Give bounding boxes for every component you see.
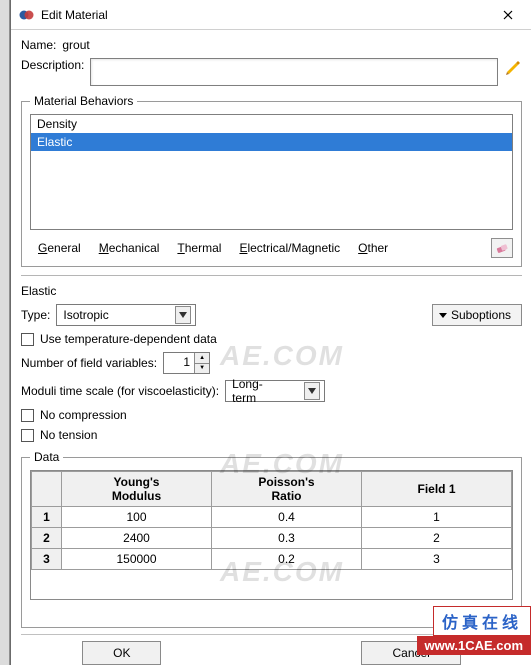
titlebar: Edit Material <box>11 0 531 30</box>
cell-poissons-ratio[interactable]: 0.4 <box>212 507 362 528</box>
row-number[interactable]: 1 <box>32 507 62 528</box>
col-poissons-ratio[interactable]: Poisson'sRatio <box>212 472 362 507</box>
name-value: grout <box>62 38 89 52</box>
elastic-section-title: Elastic <box>21 284 522 298</box>
tab-general[interactable]: General <box>30 238 89 258</box>
col-youngs-modulus[interactable]: Young'sModulus <box>62 472 212 507</box>
row-number[interactable]: 2 <box>32 528 62 549</box>
spinner-down-button[interactable]: ▼ <box>195 363 209 374</box>
source-badge-cn: 仿真在线 <box>433 606 531 636</box>
edit-description-button[interactable] <box>504 58 522 76</box>
col-field-1[interactable]: Field 1 <box>362 472 512 507</box>
suboptions-button[interactable]: Suboptions <box>432 304 522 326</box>
app-sidebar-edge <box>0 0 10 665</box>
row-number[interactable]: 3 <box>32 549 62 570</box>
no-compression-checkbox[interactable] <box>21 409 34 422</box>
cell-field-1[interactable]: 3 <box>362 549 512 570</box>
no-compression-row[interactable]: No compression <box>21 408 522 422</box>
temp-dependent-row[interactable]: Use temperature-dependent data <box>21 332 522 346</box>
tab-other[interactable]: Other <box>350 238 396 258</box>
cell-youngs-modulus[interactable]: 2400 <box>62 528 212 549</box>
pencil-icon <box>504 58 522 76</box>
no-compression-label: No compression <box>40 408 127 422</box>
source-badge-url: www.1CAE.com <box>417 636 531 655</box>
source-badge: 仿真在线 www.1CAE.com <box>417 606 531 655</box>
chevron-down-icon <box>175 306 191 324</box>
behavior-category-tabs: General Mechanical Thermal Electrical/Ma… <box>30 238 513 258</box>
moduli-dropdown[interactable]: Long-term <box>225 380 325 402</box>
behaviors-list[interactable]: Density Elastic <box>30 114 513 230</box>
table-corner <box>32 472 62 507</box>
dialog-content: Name: grout Description: Material Behavi… <box>11 30 531 665</box>
moduli-label: Moduli time scale (for viscoelasticity): <box>21 384 219 398</box>
no-tension-row[interactable]: No tension <box>21 428 522 442</box>
window-title: Edit Material <box>41 8 108 22</box>
material-behaviors-legend: Material Behaviors <box>30 94 137 108</box>
cell-field-1[interactable]: 1 <box>362 507 512 528</box>
data-legend: Data <box>30 450 63 464</box>
edit-material-dialog: Edit Material Name: grout Description: <box>10 0 531 665</box>
type-value: Isotropic <box>63 308 175 322</box>
tab-electrical-magnetic[interactable]: Electrical/Magnetic <box>231 238 348 258</box>
description-input[interactable] <box>90 58 498 86</box>
data-group: Data Young'sModulus Poisson'sRatio Field… <box>21 450 522 628</box>
name-label: Name: <box>21 38 56 52</box>
behavior-item-elastic[interactable]: Elastic <box>31 133 512 151</box>
behavior-item-density[interactable]: Density <box>31 115 512 133</box>
delete-behavior-button[interactable] <box>491 238 513 258</box>
no-tension-label: No tension <box>40 428 97 442</box>
app-icon <box>19 7 35 23</box>
moduli-value: Long-term <box>232 377 304 405</box>
name-row: Name: grout <box>21 38 522 52</box>
spinner-up-button[interactable]: ▲ <box>195 353 209 363</box>
type-label: Type: <box>21 308 50 322</box>
ok-button[interactable]: OK <box>82 641 161 665</box>
separator <box>21 275 522 276</box>
eraser-icon <box>495 241 509 255</box>
temp-dependent-checkbox[interactable] <box>21 333 34 346</box>
material-behaviors-group: Material Behaviors Density Elastic Gener… <box>21 94 522 267</box>
no-tension-checkbox[interactable] <box>21 429 34 442</box>
description-label: Description: <box>21 58 84 72</box>
tab-thermal[interactable]: Thermal <box>169 238 229 258</box>
table-row[interactable]: 224000.32 <box>32 528 512 549</box>
description-row: Description: <box>21 58 522 86</box>
tab-mechanical[interactable]: Mechanical <box>91 238 168 258</box>
field-vars-label: Number of field variables: <box>21 356 157 370</box>
type-dropdown[interactable]: Isotropic <box>56 304 196 326</box>
cell-field-1[interactable]: 2 <box>362 528 512 549</box>
cell-poissons-ratio[interactable]: 0.3 <box>212 528 362 549</box>
suboptions-label: Suboptions <box>451 308 511 322</box>
table-row[interactable]: 11000.41 <box>32 507 512 528</box>
cell-poissons-ratio[interactable]: 0.2 <box>212 549 362 570</box>
data-table[interactable]: Young'sModulus Poisson'sRatio Field 1 11… <box>30 470 513 600</box>
cell-youngs-modulus[interactable]: 100 <box>62 507 212 528</box>
temp-dependent-label: Use temperature-dependent data <box>40 332 217 346</box>
field-vars-value[interactable]: 1 <box>164 353 194 373</box>
chevron-down-icon <box>304 382 320 400</box>
triangle-down-icon <box>439 313 447 318</box>
close-button[interactable] <box>486 1 530 29</box>
cell-youngs-modulus[interactable]: 150000 <box>62 549 212 570</box>
field-vars-spinner[interactable]: 1 ▲ ▼ <box>163 352 210 374</box>
table-row[interactable]: 31500000.23 <box>32 549 512 570</box>
close-icon <box>503 10 513 20</box>
